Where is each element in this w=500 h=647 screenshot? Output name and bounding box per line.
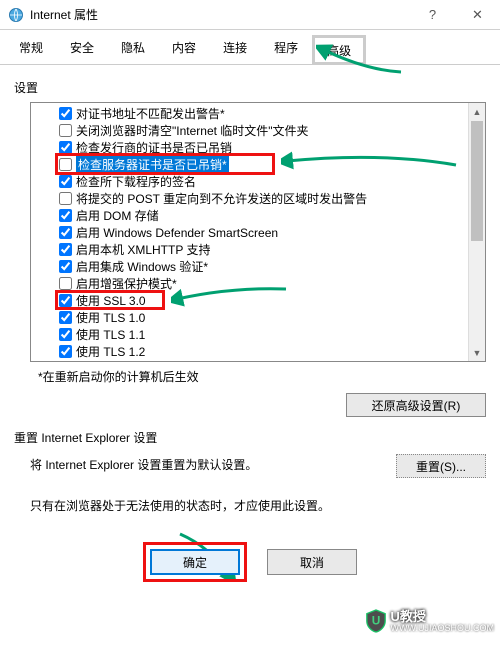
setting-label: 将提交的 POST 重定向到不允许发送的区域时发出警告	[76, 190, 367, 207]
setting-label: 启用 DOM 存储	[76, 207, 159, 224]
setting-checkbox[interactable]	[59, 328, 72, 341]
setting-row[interactable]: 对证书地址不匹配发出警告*	[59, 105, 485, 122]
setting-row[interactable]: 检查所下载程序的签名	[59, 173, 485, 190]
setting-row[interactable]: 将提交的 POST 重定向到不允许发送的区域时发出警告	[59, 190, 485, 207]
setting-label: 检查所下载程序的签名	[76, 173, 196, 190]
setting-label: 使用 TLS 1.0	[76, 309, 145, 326]
tab-connections[interactable]: 连接	[210, 34, 260, 64]
restart-note: *在重新启动你的计算机后生效	[38, 368, 486, 385]
setting-label: 对证书地址不匹配发出警告*	[76, 105, 225, 122]
scroll-down-icon[interactable]: ▼	[469, 344, 485, 361]
setting-checkbox[interactable]	[59, 158, 72, 171]
tab-privacy[interactable]: 隐私	[108, 34, 158, 64]
scroll-up-icon[interactable]: ▲	[469, 103, 485, 120]
setting-checkbox[interactable]	[59, 124, 72, 137]
setting-row[interactable]: 使用 SSL 3.0	[59, 292, 485, 309]
tab-content-panel: 设置 对证书地址不匹配发出警告*关闭浏览器时清空"Internet 临时文件"文…	[0, 65, 500, 592]
help-button[interactable]: ?	[410, 0, 455, 30]
setting-row[interactable]: 检查发行商的证书是否已吊销	[59, 139, 485, 156]
dialog-buttons: 确定 取消	[14, 542, 486, 582]
reset-warning: 只有在浏览器处于无法使用的状态时，才应使用此设置。	[30, 497, 486, 514]
tab-strip: 常规 安全 隐私 内容 连接 程序 高级	[0, 30, 500, 65]
setting-checkbox[interactable]	[59, 311, 72, 324]
settings-listbox[interactable]: 对证书地址不匹配发出警告*关闭浏览器时清空"Internet 临时文件"文件夹检…	[30, 102, 486, 362]
setting-row[interactable]: 启用 DOM 存储	[59, 207, 485, 224]
watermark: U U教授 WWW.UJIAOSHOU.COM	[365, 609, 495, 633]
setting-label: 使用 TLS 1.2	[76, 343, 145, 360]
scroll-thumb[interactable]	[471, 121, 483, 241]
tab-general[interactable]: 常规	[6, 34, 56, 64]
scrollbar[interactable]: ▲ ▼	[468, 103, 485, 361]
setting-row[interactable]: 启用增强保护模式*	[59, 275, 485, 292]
tab-advanced[interactable]: 高级	[312, 35, 366, 65]
setting-checkbox[interactable]	[59, 277, 72, 290]
setting-row[interactable]: 启用集成 Windows 验证*	[59, 258, 485, 275]
setting-row[interactable]: 使用 TLS 1.1	[59, 326, 485, 343]
setting-label: 使用 SSL 3.0	[76, 292, 146, 309]
shield-icon: U	[365, 609, 387, 633]
restore-advanced-button[interactable]: 还原高级设置(R)	[346, 393, 486, 417]
setting-label: 关闭浏览器时清空"Internet 临时文件"文件夹	[76, 122, 309, 139]
tab-programs[interactable]: 程序	[261, 34, 311, 64]
window-title: Internet 属性	[30, 6, 410, 23]
setting-label: 启用集成 Windows 验证*	[76, 258, 208, 275]
titlebar: Internet 属性 ? ✕	[0, 0, 500, 30]
setting-checkbox[interactable]	[59, 345, 72, 358]
watermark-name: U教授	[391, 610, 495, 623]
setting-label: 启用增强保护模式*	[76, 275, 177, 292]
setting-checkbox[interactable]	[59, 226, 72, 239]
cancel-button[interactable]: 取消	[267, 549, 357, 575]
internet-options-icon	[8, 7, 24, 23]
setting-checkbox[interactable]	[59, 243, 72, 256]
ok-button[interactable]: 确定	[150, 549, 240, 575]
setting-row[interactable]: 启用 Windows Defender SmartScreen	[59, 224, 485, 241]
setting-row[interactable]: 检查服务器证书是否已吊销*	[59, 156, 485, 173]
setting-label: 使用 TLS 1.1	[76, 326, 145, 343]
setting-checkbox[interactable]	[59, 192, 72, 205]
settings-label: 设置	[14, 79, 486, 96]
close-button[interactable]: ✕	[455, 0, 500, 30]
setting-checkbox[interactable]	[59, 294, 72, 307]
setting-checkbox[interactable]	[59, 141, 72, 154]
reset-button[interactable]: 重置(S)...	[396, 454, 486, 478]
setting-row[interactable]: 使用 TLS 1.2	[59, 343, 485, 360]
reset-description: 将 Internet Explorer 设置重置为默认设置。	[30, 456, 396, 473]
annotation-box-ok: 确定	[143, 542, 247, 582]
setting-checkbox[interactable]	[59, 260, 72, 273]
setting-label: 检查服务器证书是否已吊销*	[76, 156, 229, 173]
setting-row[interactable]: 关闭浏览器时清空"Internet 临时文件"文件夹	[59, 122, 485, 139]
setting-label: 检查发行商的证书是否已吊销	[76, 139, 232, 156]
reset-group-label: 重置 Internet Explorer 设置	[14, 429, 486, 446]
tab-content[interactable]: 内容	[159, 34, 209, 64]
watermark-url: WWW.UJIAOSHOU.COM	[391, 623, 495, 633]
tab-security[interactable]: 安全	[57, 34, 107, 64]
svg-text:U: U	[371, 614, 380, 628]
setting-label: 启用本机 XMLHTTP 支持	[76, 241, 210, 258]
setting-row[interactable]: 使用 TLS 1.0	[59, 309, 485, 326]
setting-checkbox[interactable]	[59, 107, 72, 120]
setting-checkbox[interactable]	[59, 209, 72, 222]
setting-label: 启用 Windows Defender SmartScreen	[76, 224, 278, 241]
setting-checkbox[interactable]	[59, 175, 72, 188]
setting-row[interactable]: 启用本机 XMLHTTP 支持	[59, 241, 485, 258]
